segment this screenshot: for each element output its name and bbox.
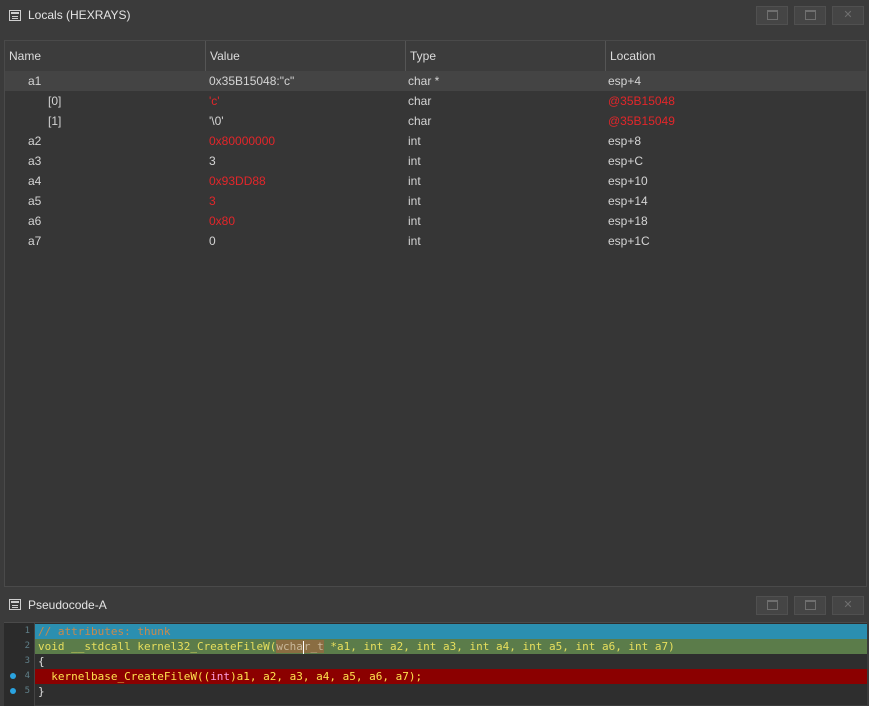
cell-value: 0x80000000 — [209, 134, 276, 148]
table-row[interactable]: [0] 'c' char @35B15048 — [5, 91, 866, 111]
table-row[interactable]: a6 0x80 int esp+18 — [5, 211, 866, 231]
highlighted-token-part: wcha — [276, 640, 303, 653]
line-gutter: 1 2 3 4 5 — [4, 623, 35, 706]
locals-window-buttons: ✕ — [756, 6, 864, 25]
cell-type: int — [408, 134, 421, 148]
open-brace: { — [38, 655, 45, 668]
restore-icon[interactable] — [794, 6, 826, 25]
cell-name: [1] — [48, 114, 62, 128]
cell-name: a7 — [28, 234, 42, 248]
cell-name: a5 — [28, 194, 42, 208]
cell-name: a1 — [28, 74, 42, 88]
column-header-name[interactable]: Name — [5, 41, 206, 72]
cell-location: @35B15049 — [608, 114, 675, 128]
cell-value: 3 — [209, 154, 216, 168]
column-header-value[interactable]: Value — [206, 41, 406, 72]
cell-location: esp+14 — [608, 194, 648, 208]
code-line-1[interactable]: // attributes: thunk — [35, 624, 867, 639]
restore-icon[interactable] — [794, 596, 826, 615]
cell-name: a4 — [28, 174, 42, 188]
table-row[interactable]: a3 3 int esp+C — [5, 151, 866, 171]
table-row[interactable]: a2 0x80000000 int esp+8 — [5, 131, 866, 151]
float-icon[interactable] — [756, 6, 788, 25]
breakpoint-dot-icon[interactable] — [10, 673, 16, 679]
cell-value: 3 — [209, 194, 216, 208]
cell-type: int — [408, 214, 421, 228]
cell-location: @35B15048 — [608, 94, 675, 108]
cell-type: char * — [408, 74, 440, 88]
float-icon[interactable] — [756, 596, 788, 615]
code-line-4[interactable]: kernelbase_CreateFileW((int)a1, a2, a3, … — [35, 669, 867, 684]
function-signature: void __stdcall kernel32_CreateFileW( — [38, 640, 277, 653]
code-line-3[interactable]: { — [35, 654, 867, 669]
table-row[interactable]: a1 0x35B15048:"c" char * esp+4 — [5, 71, 866, 91]
code-line-2[interactable]: void __stdcall kernel32_CreateFileW(wcha… — [35, 639, 867, 654]
cell-type: int — [408, 234, 421, 248]
locals-title: Locals (HEXRAYS) — [28, 8, 131, 22]
cell-location: esp+8 — [608, 134, 642, 148]
pseudocode-window-buttons: ✕ — [756, 596, 864, 615]
cell-value: 'c' — [209, 94, 220, 108]
cell-location: esp+4 — [608, 74, 642, 88]
cell-name: a6 — [28, 214, 42, 228]
cell-location: esp+18 — [608, 214, 648, 228]
cell-name: [0] — [48, 94, 62, 108]
cell-location: esp+C — [608, 154, 644, 168]
close-icon[interactable]: ✕ — [832, 6, 864, 25]
cell-location: esp+10 — [608, 174, 648, 188]
pseudocode-window-icon — [9, 599, 21, 610]
call-args: )a1, a2, a3, a4, a5, a6, a7); — [230, 670, 423, 683]
cell-type: int — [408, 174, 421, 188]
line-number: 4 — [24, 671, 30, 681]
table-row[interactable]: a7 0 int esp+1C — [5, 231, 866, 251]
cell-value: '\0' — [209, 114, 224, 128]
table-row[interactable]: [1] '\0' char @35B15049 — [5, 111, 866, 131]
locals-titlebar: Locals (HEXRAYS) ✕ — [0, 6, 869, 38]
table-row[interactable]: a5 3 int esp+14 — [5, 191, 866, 211]
cell-value: 0x80 — [209, 214, 236, 228]
pseudocode-titlebar: Pseudocode-A ✕ — [0, 596, 869, 620]
highlighted-token-part: r_t — [303, 640, 324, 653]
column-header-location[interactable]: Location — [606, 41, 866, 72]
cell-value: 0x93DD88 — [209, 174, 266, 188]
function-params: *a1, int a2, int a3, int a4, int a5, int… — [323, 640, 675, 653]
comment-text: // attributes: thunk — [38, 625, 171, 638]
highlighted-token[interactable]: wchar_t — [276, 640, 324, 654]
table-row[interactable]: a4 0x93DD88 int esp+10 — [5, 171, 866, 191]
close-icon[interactable]: ✕ — [832, 596, 864, 615]
cast-type: int — [210, 670, 231, 683]
call-text: kernelbase_CreateFileW(( — [38, 670, 211, 683]
cell-type: int — [408, 154, 421, 168]
locals-window-icon — [9, 10, 21, 21]
locals-table: Name Value Type Location a1 0x35B15048:"c… — [4, 40, 867, 587]
table-header: Name Value Type Location — [5, 41, 866, 73]
pseudocode-view[interactable]: 1 2 3 4 5 // attributes: thunk void __st… — [4, 622, 867, 706]
close-brace: } — [38, 685, 45, 698]
cell-type: int — [408, 194, 421, 208]
line-number: 2 — [24, 641, 30, 651]
pseudocode-title: Pseudocode-A — [28, 598, 107, 612]
cell-name: a3 — [28, 154, 42, 168]
column-header-type[interactable]: Type — [406, 41, 606, 72]
cell-value: 0 — [209, 234, 216, 248]
line-number: 5 — [24, 686, 30, 696]
cell-type: char — [408, 94, 432, 108]
cell-location: esp+1C — [608, 234, 650, 248]
cell-name: a2 — [28, 134, 42, 148]
cell-type: char — [408, 114, 432, 128]
code-line-5[interactable]: } — [35, 684, 867, 699]
line-number: 3 — [24, 656, 30, 666]
breakpoint-dot-icon[interactable] — [10, 688, 16, 694]
line-number: 1 — [24, 626, 30, 636]
cell-value: 0x35B15048:"c" — [209, 74, 295, 88]
